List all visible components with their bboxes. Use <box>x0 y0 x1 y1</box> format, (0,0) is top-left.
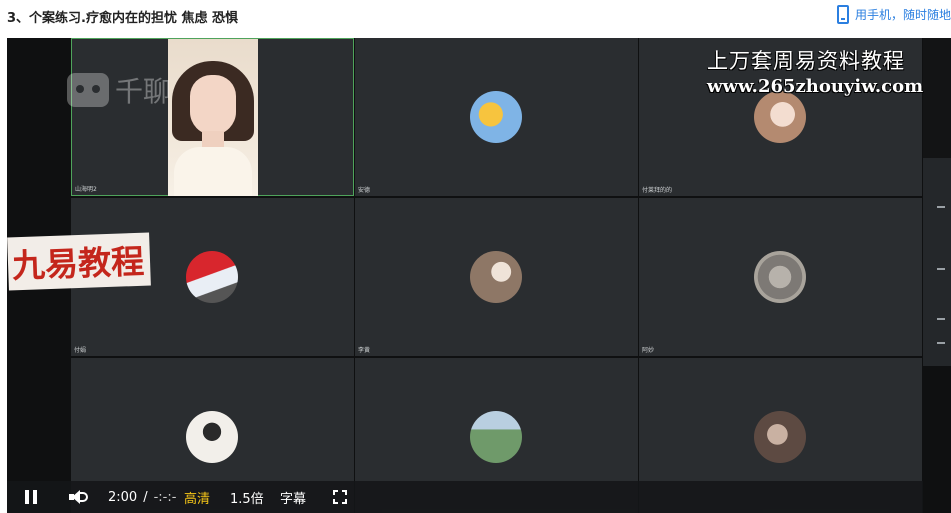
time-display: 2:00 / -:-:- <box>108 481 176 513</box>
participant-avatar <box>470 91 522 143</box>
participant-name: 付莱拜的的 <box>642 187 673 194</box>
participant-avatar <box>186 251 238 303</box>
participant-name: 付娟 <box>74 347 87 354</box>
participant-name: 李黄 <box>358 347 371 354</box>
current-time: 2:00 <box>108 489 138 505</box>
pause-button[interactable] <box>25 481 37 513</box>
side-mark <box>937 206 945 208</box>
participant-grid: 山海明2 安德 付莱拜的的 付娟 李黄 阿妙 <box>71 38 923 513</box>
promo-watermark-url: www.265zhouyiw.com <box>707 76 924 97</box>
mobile-watch-link[interactable]: 用手机，随时随地 <box>836 5 951 24</box>
video-side-panel <box>923 38 951 158</box>
jiuyi-watermark: 九易教程 <box>7 232 151 291</box>
video-player[interactable]: 山海明2 安德 付莱拜的的 付娟 李黄 阿妙 千聊 上万套周易资料教程 www.… <box>7 38 951 513</box>
speed-button[interactable]: 1.5倍 <box>230 481 264 513</box>
side-mark <box>937 268 945 270</box>
participant-name: 安德 <box>358 187 371 194</box>
fullscreen-button[interactable] <box>333 481 347 513</box>
side-mark <box>937 342 945 344</box>
qianliao-watermark: 千聊 <box>67 70 171 110</box>
participant-tile[interactable]: 李黄 <box>355 198 638 356</box>
logo-icon <box>67 73 109 107</box>
participant-avatar <box>470 251 522 303</box>
mobile-link-label: 用手机，随时随地 <box>854 8 951 22</box>
participant-tile[interactable]: 山海明2 <box>71 38 354 196</box>
top-bar: 3、个案练习.疗愈内在的担忧 焦虑 恐惧 用手机，随时随地 <box>0 0 951 30</box>
participant-avatar <box>754 411 806 463</box>
volume-icon <box>69 489 89 505</box>
subtitles-button[interactable]: 字幕 <box>280 481 306 513</box>
logo-text: 千聊 <box>115 75 172 108</box>
phone-icon <box>836 5 849 24</box>
volume-button[interactable] <box>69 481 89 513</box>
fullscreen-icon <box>333 490 347 504</box>
participant-avatar <box>754 91 806 143</box>
player-controls: 2:00 / -:-:- 高清 1.5倍 字幕 <box>7 481 923 513</box>
time-separator: / <box>143 489 148 505</box>
duration: -:-:- <box>153 489 177 505</box>
side-mark <box>937 318 945 320</box>
participant-name: 山海明2 <box>75 186 97 193</box>
promo-watermark-text: 上万套周易资料教程 <box>707 49 905 73</box>
participant-name: 阿妙 <box>642 347 655 354</box>
side-strip <box>923 158 951 366</box>
participant-avatar <box>186 411 238 463</box>
lesson-title: 3、个案练习.疗愈内在的担忧 焦虑 恐惧 <box>7 11 239 26</box>
participant-avatar <box>470 411 522 463</box>
participant-tile[interactable]: 安德 <box>355 38 638 196</box>
quality-button[interactable]: 高清 <box>184 481 210 513</box>
participant-avatar <box>754 251 806 303</box>
participant-tile[interactable]: 阿妙 <box>639 198 922 356</box>
pause-icon <box>25 490 37 504</box>
speaker-video <box>168 39 258 196</box>
